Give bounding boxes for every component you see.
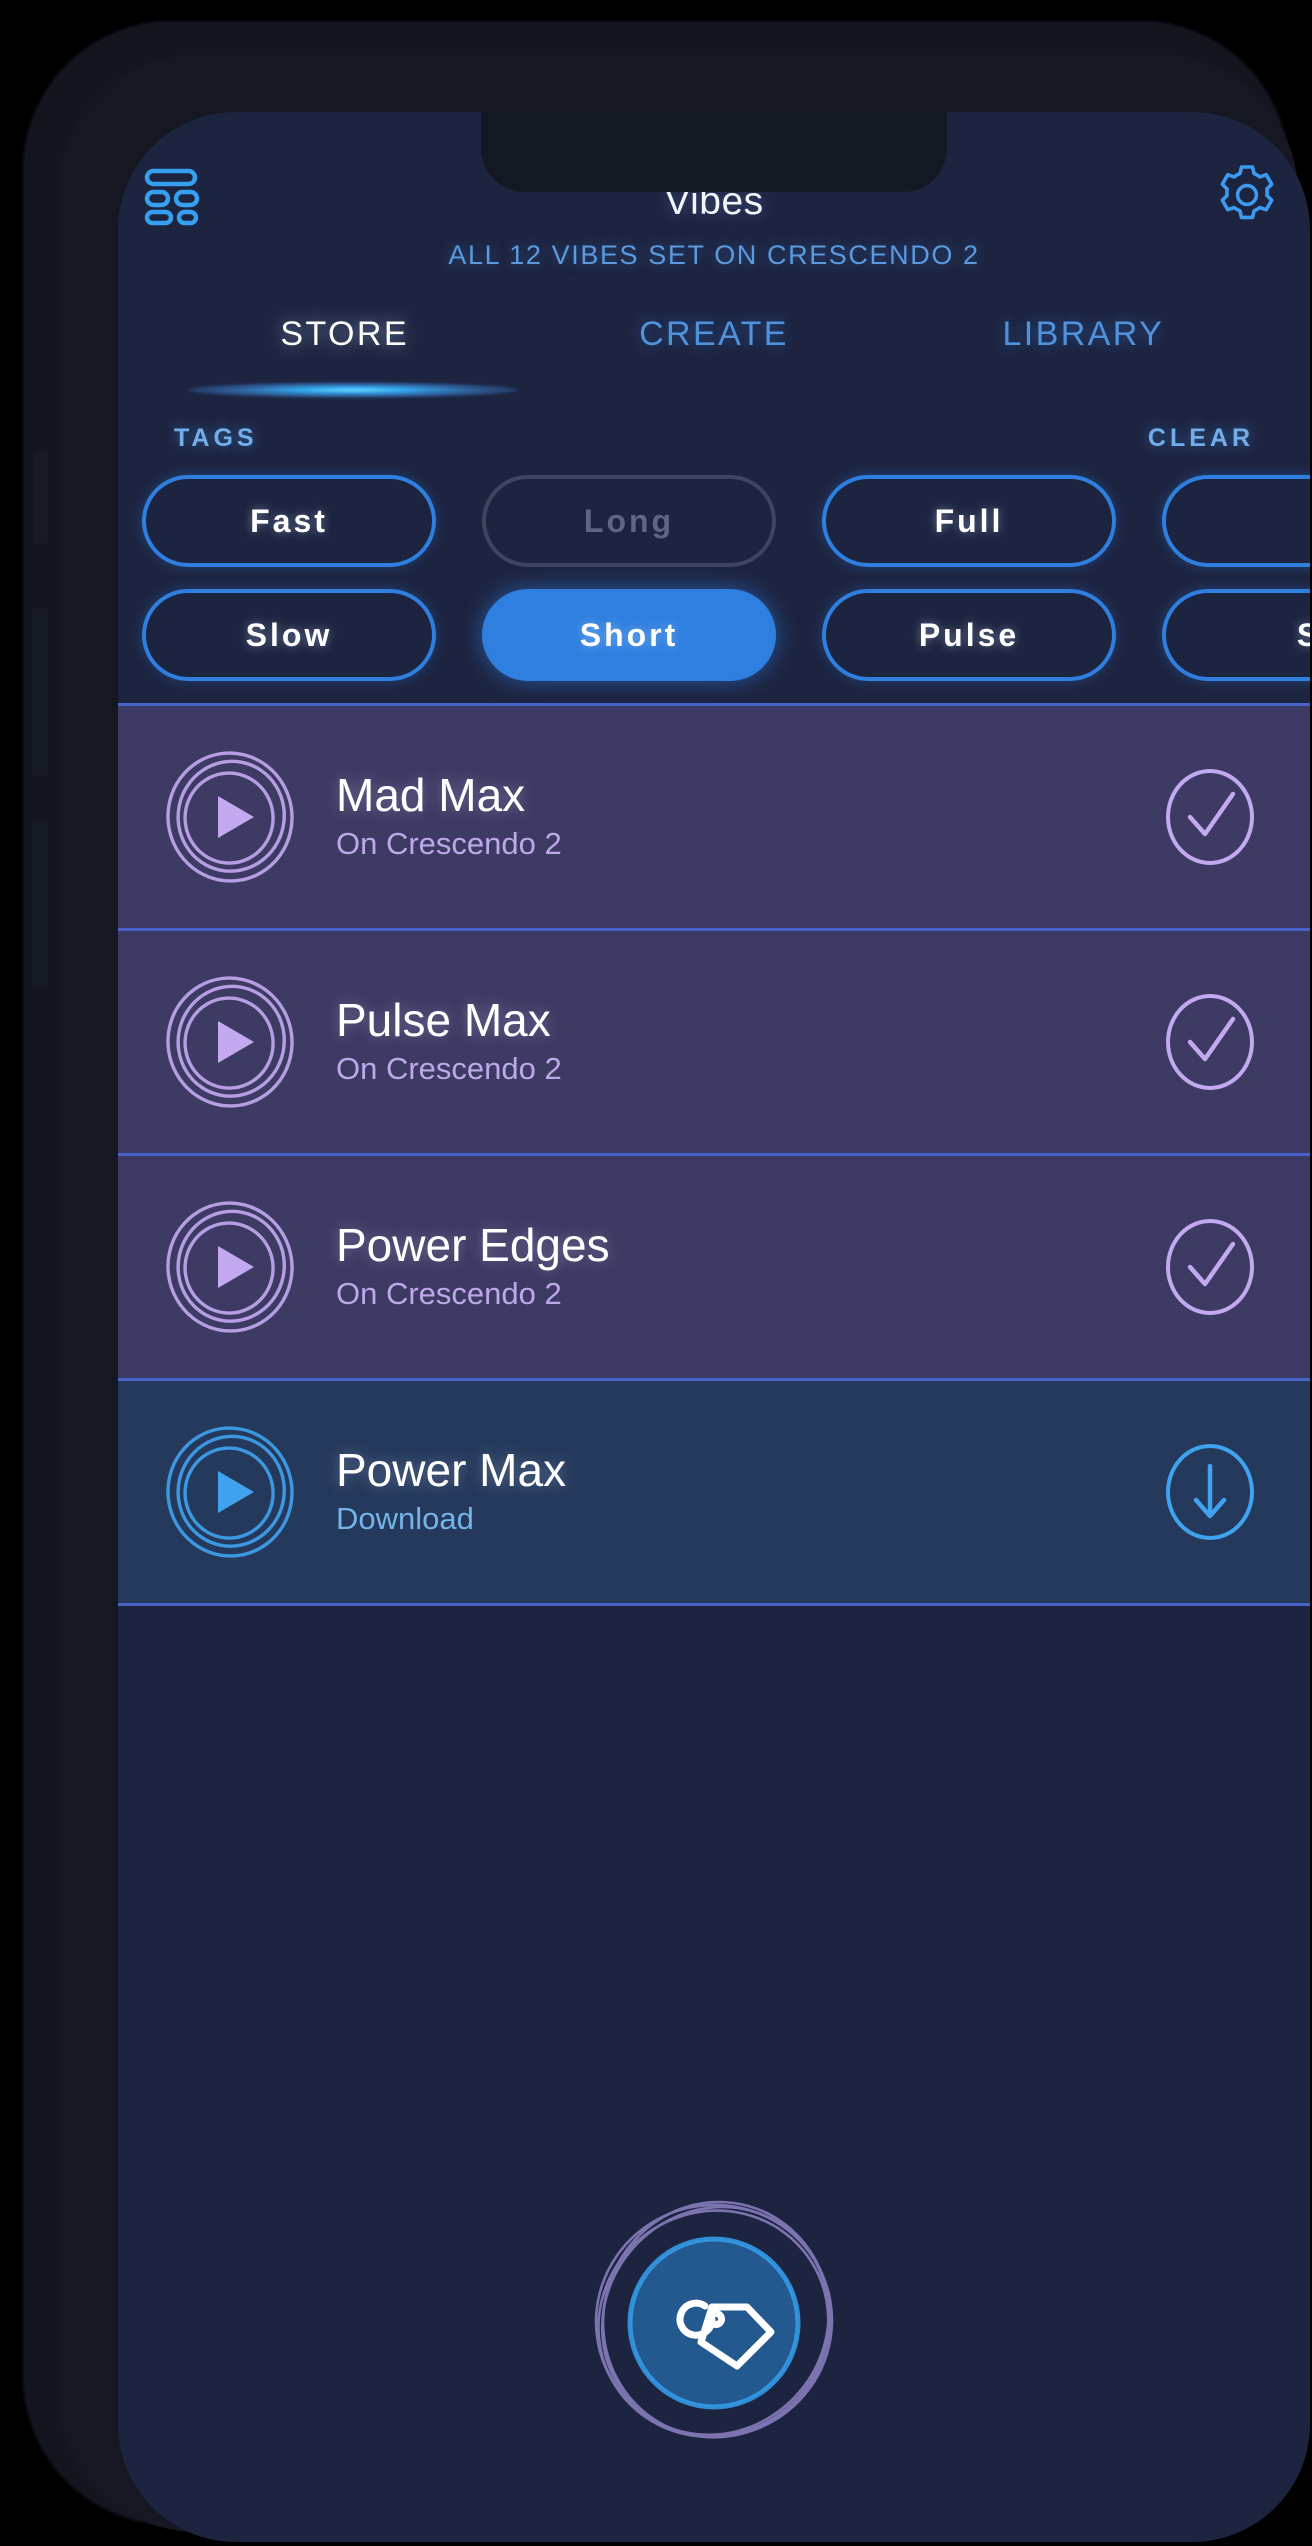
play-rings-icon[interactable]	[156, 743, 304, 891]
header-subtitle: ALL 12 VIBES SET ON CRESCENDO 2	[448, 240, 980, 270]
tag-chip-row: Fast Long Full	[118, 475, 1310, 567]
vibe-text-block: Mad Max On Crescendo 2	[304, 769, 1158, 864]
tag-chip-fast[interactable]: Fast	[142, 475, 436, 567]
tag-fab-button[interactable]	[579, 2186, 849, 2456]
vibe-name: Power Edges	[336, 1219, 610, 1272]
screenshot-stage: Vibes ALL 12 VIBES SET ON CRESCENDO 2 ST…	[0, 0, 1312, 2546]
tag-chip-full[interactable]: Full	[822, 475, 1116, 567]
vibe-list-item[interactable]: Mad Max On Crescendo 2	[118, 703, 1310, 931]
tag-chip-long[interactable]: Long	[482, 475, 776, 567]
check-icon[interactable]	[1158, 990, 1262, 1094]
play-rings-icon[interactable]	[156, 1418, 304, 1566]
app-screen: Vibes ALL 12 VIBES SET ON CRESCENDO 2 ST…	[118, 112, 1310, 2542]
vibe-list-item[interactable]: Power Max Download	[118, 1378, 1310, 1606]
tags-label: TAGS	[174, 424, 258, 452]
active-tab-indicator	[188, 382, 518, 398]
phone-frame: Vibes ALL 12 VIBES SET ON CRESCENDO 2 ST…	[22, 20, 1310, 2542]
vibe-status: On Crescendo 2	[336, 1276, 562, 1312]
phone-volume-down-button[interactable]	[32, 820, 48, 988]
tab-bar: STORE CREATE LIBRARY	[118, 315, 1310, 364]
download-icon[interactable]	[1158, 1440, 1262, 1544]
check-icon[interactable]	[1158, 1215, 1262, 1319]
vibe-name: Mad Max	[336, 769, 526, 822]
play-rings-icon[interactable]	[156, 968, 304, 1116]
vibe-text-block: Power Edges On Crescendo 2	[304, 1219, 1158, 1314]
phone-bezel: Vibes ALL 12 VIBES SET ON CRESCENDO 2 ST…	[58, 54, 1310, 2542]
tag-chip-overflow-bottom[interactable]: S	[1162, 589, 1310, 681]
phone-notch	[481, 112, 947, 192]
vibe-text-block: Power Max Download	[304, 1444, 1158, 1539]
vibe-list-item[interactable]: Pulse Max On Crescendo 2	[118, 928, 1310, 1156]
vibe-text-block: Pulse Max On Crescendo 2	[304, 994, 1158, 1089]
tab-indicator-container	[118, 372, 1310, 412]
tag-chip-pulse[interactable]: Pulse	[822, 589, 1116, 681]
tag-chip-overflow-top[interactable]	[1162, 475, 1310, 567]
tag-chip-grid: Fast Long Full Slow Short Pulse S	[118, 453, 1310, 681]
tag-chip-short[interactable]: Short	[482, 589, 776, 681]
vibe-status: On Crescendo 2	[336, 1051, 562, 1087]
tag-chip-slow[interactable]: Slow	[142, 589, 436, 681]
tag-chip-row: Slow Short Pulse S	[118, 589, 1310, 681]
tab-store[interactable]: STORE	[160, 315, 529, 364]
tags-header-row: TAGS CLEAR	[118, 412, 1310, 453]
play-rings-icon[interactable]	[156, 1193, 304, 1341]
vibe-status: On Crescendo 2	[336, 826, 562, 862]
phone-volume-up-button[interactable]	[32, 608, 48, 776]
check-icon[interactable]	[1158, 765, 1262, 869]
tab-create[interactable]: CREATE	[529, 315, 898, 364]
phone-mute-switch[interactable]	[34, 450, 48, 544]
tab-library[interactable]: LIBRARY	[899, 315, 1268, 364]
vibe-status: Download	[336, 1501, 474, 1537]
vibe-list-item[interactable]: Power Edges On Crescendo 2	[118, 1153, 1310, 1381]
vibe-name: Power Max	[336, 1444, 567, 1497]
vibe-name: Pulse Max	[336, 994, 551, 1047]
vibe-list: Mad Max On Crescendo 2 Pulse Max On Cres…	[118, 703, 1310, 1606]
clear-tags-button[interactable]: CLEAR	[1148, 424, 1254, 453]
